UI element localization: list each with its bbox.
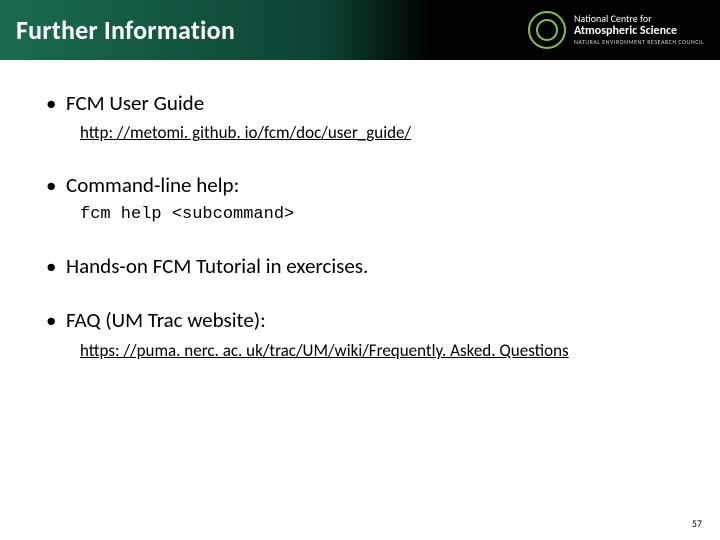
bullet-text: Hands-on FCM Tutorial in exercises. [66, 253, 368, 279]
bullet-text: FAQ (UM Trac website): [66, 307, 266, 333]
page-number: 57 [692, 517, 702, 530]
bullet-text: Command-line help: [66, 172, 239, 198]
brand-text: National Centre for Atmospheric Science … [574, 14, 704, 45]
ncas-logo-inner-icon [536, 19, 558, 41]
list-item: Hands-on FCM Tutorial in exercises. [40, 253, 680, 279]
brand-block: National Centre for Atmospheric Science … [528, 11, 704, 49]
bullet-text: FCM User Guide [66, 90, 204, 116]
bullet-link[interactable]: https: //puma. nerc. ac. uk/trac/UM/wiki… [80, 340, 680, 361]
brand-line-3: NATURAL ENVIRONMENT RESEARCH COUNCIL [574, 39, 704, 45]
bullet-list: FCM User Guide http: //metomi. github. i… [40, 90, 680, 361]
list-item: Command-line help: fcm help <subcommand> [40, 172, 680, 226]
bullet-code: fcm help <subcommand> [80, 204, 680, 225]
slide-header: Further Information National Centre for … [0, 0, 720, 60]
slide-content: FCM User Guide http: //metomi. github. i… [0, 60, 720, 361]
list-item: FCM User Guide http: //metomi. github. i… [40, 90, 680, 144]
brand-line-2: Atmospheric Science [574, 25, 704, 38]
slide-title: Further Information [16, 14, 235, 46]
list-item: FAQ (UM Trac website): https: //puma. ne… [40, 307, 680, 361]
bullet-link[interactable]: http: //metomi. github. io/fcm/doc/user_… [80, 122, 680, 143]
ncas-logo-icon [528, 11, 566, 49]
